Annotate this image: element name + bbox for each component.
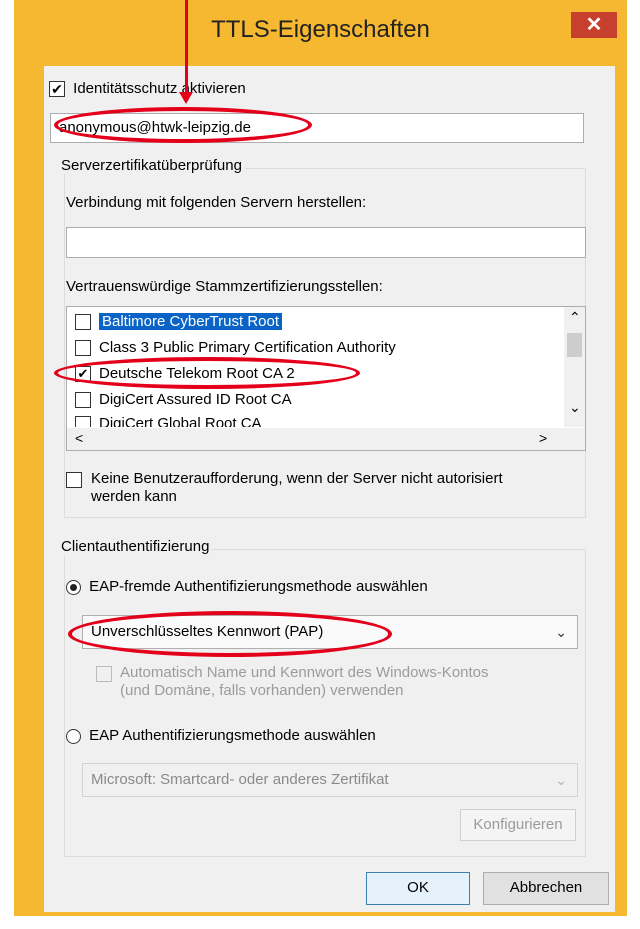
configure-button[interactable]: Konfigurieren: [460, 809, 576, 841]
trusted-roots-label: Vertrauenswürdige Stammzertifizierungsst…: [66, 278, 383, 295]
non-eap-radio-row[interactable]: EAP-fremde Authentifizierungsmethode aus…: [66, 578, 428, 595]
horizontal-scrollbar[interactable]: < >: [67, 428, 585, 450]
auto-windows-label-line2: (und Domäne, falls vorhanden) verwenden: [120, 682, 404, 699]
eap-method-value: Microsoft: Smartcard- oder anderes Zerti…: [91, 771, 389, 788]
scroll-right-icon[interactable]: >: [539, 430, 547, 446]
cancel-button[interactable]: Abbrechen: [483, 872, 609, 905]
dialog-content: ✔ Identitätsschutz aktivieren anonymous@…: [44, 66, 615, 912]
no-prompt-label-line2: werden kann: [91, 488, 177, 505]
trusted-roots-list[interactable]: Baltimore CyberTrust Root Class 3 Public…: [66, 306, 586, 451]
cert-checkbox[interactable]: [75, 416, 91, 427]
auto-windows-credentials-row[interactable]: Automatisch Name und Kennwort des Window…: [96, 664, 576, 700]
non-eap-method-select[interactable]: Unverschlüsseltes Kennwort (PAP) ⌄: [82, 615, 578, 649]
chevron-down-icon: ⌄: [555, 624, 567, 640]
no-prompt-checkbox[interactable]: [66, 472, 82, 488]
cert-checkbox[interactable]: ✔: [75, 366, 91, 383]
non-eap-radio[interactable]: [66, 579, 81, 595]
list-item[interactable]: DigiCert Global Root CA: [75, 413, 262, 427]
dialog-window: TTLS-Eigenschaften ✕ ✔ Identitätsschutz …: [14, 0, 627, 916]
annotation-arrow-icon: [179, 92, 193, 104]
close-icon: ✕: [585, 14, 603, 36]
non-eap-label: EAP-fremde Authentifizierungsmethode aus…: [89, 578, 428, 595]
client-auth-title: Clientauthentifizierung: [58, 538, 213, 555]
connect-servers-input[interactable]: [66, 227, 586, 258]
cert-checkbox[interactable]: [75, 314, 91, 331]
connect-servers-label: Verbindung mit folgenden Servern herstel…: [66, 194, 367, 211]
annotation-arrow-line: [185, 0, 188, 94]
eap-method-select[interactable]: Microsoft: Smartcard- oder anderes Zerti…: [82, 763, 578, 797]
scroll-up-icon[interactable]: ⌃: [569, 309, 581, 326]
cert-label: DigiCert Global Root CA: [99, 415, 262, 427]
scrollbar-thumb[interactable]: [567, 333, 582, 357]
anonymous-identity-input[interactable]: anonymous@htwk-leipzig.de: [50, 113, 584, 143]
close-button[interactable]: ✕: [571, 12, 617, 38]
dialog-title: TTLS-Eigenschaften: [211, 16, 430, 43]
cert-label: Deutsche Telekom Root CA 2: [99, 365, 295, 382]
cert-label: Baltimore CyberTrust Root: [99, 313, 282, 330]
non-eap-method-value: Unverschlüsseltes Kennwort (PAP): [91, 623, 324, 640]
chevron-down-icon: ⌄: [555, 772, 567, 788]
check-icon: ✔: [51, 81, 63, 98]
check-icon: ✔: [77, 366, 89, 382]
no-prompt-checkbox-row[interactable]: Keine Benutzeraufforderung, wenn der Ser…: [66, 470, 576, 506]
list-item[interactable]: ✔ Deutsche Telekom Root CA 2: [75, 363, 295, 385]
cert-label: Class 3 Public Primary Certification Aut…: [99, 339, 396, 356]
auto-windows-label-line1: Automatisch Name und Kennwort des Window…: [120, 664, 489, 681]
ok-button[interactable]: OK: [366, 872, 470, 905]
anonymous-identity-value: anonymous@htwk-leipzig.de: [59, 119, 251, 136]
no-prompt-label-line1: Keine Benutzeraufforderung, wenn der Ser…: [91, 470, 503, 487]
server-validation-title: Serverzertifikatüberprüfung: [58, 157, 245, 174]
auto-windows-credentials-checkbox[interactable]: [96, 666, 112, 682]
eap-radio-row[interactable]: EAP Authentifizierungsmethode auswählen: [66, 727, 376, 744]
identity-protection-checkbox-row[interactable]: ✔ Identitätsschutz aktivieren: [49, 80, 246, 98]
scroll-down-icon[interactable]: ⌄: [569, 399, 581, 416]
identity-protection-checkbox[interactable]: ✔: [49, 81, 65, 98]
vertical-scrollbar[interactable]: ⌃ ⌄: [564, 307, 585, 427]
list-item[interactable]: Class 3 Public Primary Certification Aut…: [75, 337, 396, 359]
cert-checkbox[interactable]: [75, 340, 91, 357]
identity-protection-label: Identitätsschutz aktivieren: [73, 80, 246, 97]
cert-checkbox[interactable]: [75, 392, 91, 409]
cert-label: DigiCert Assured ID Root CA: [99, 391, 292, 408]
list-item[interactable]: Baltimore CyberTrust Root: [75, 311, 282, 333]
radio-dot-icon: [70, 583, 77, 591]
eap-radio[interactable]: [66, 728, 81, 744]
scroll-left-icon[interactable]: <: [75, 430, 83, 446]
list-item[interactable]: DigiCert Assured ID Root CA: [75, 389, 292, 411]
eap-label: EAP Authentifizierungsmethode auswählen: [89, 727, 376, 744]
title-bar[interactable]: TTLS-Eigenschaften ✕: [14, 0, 627, 66]
